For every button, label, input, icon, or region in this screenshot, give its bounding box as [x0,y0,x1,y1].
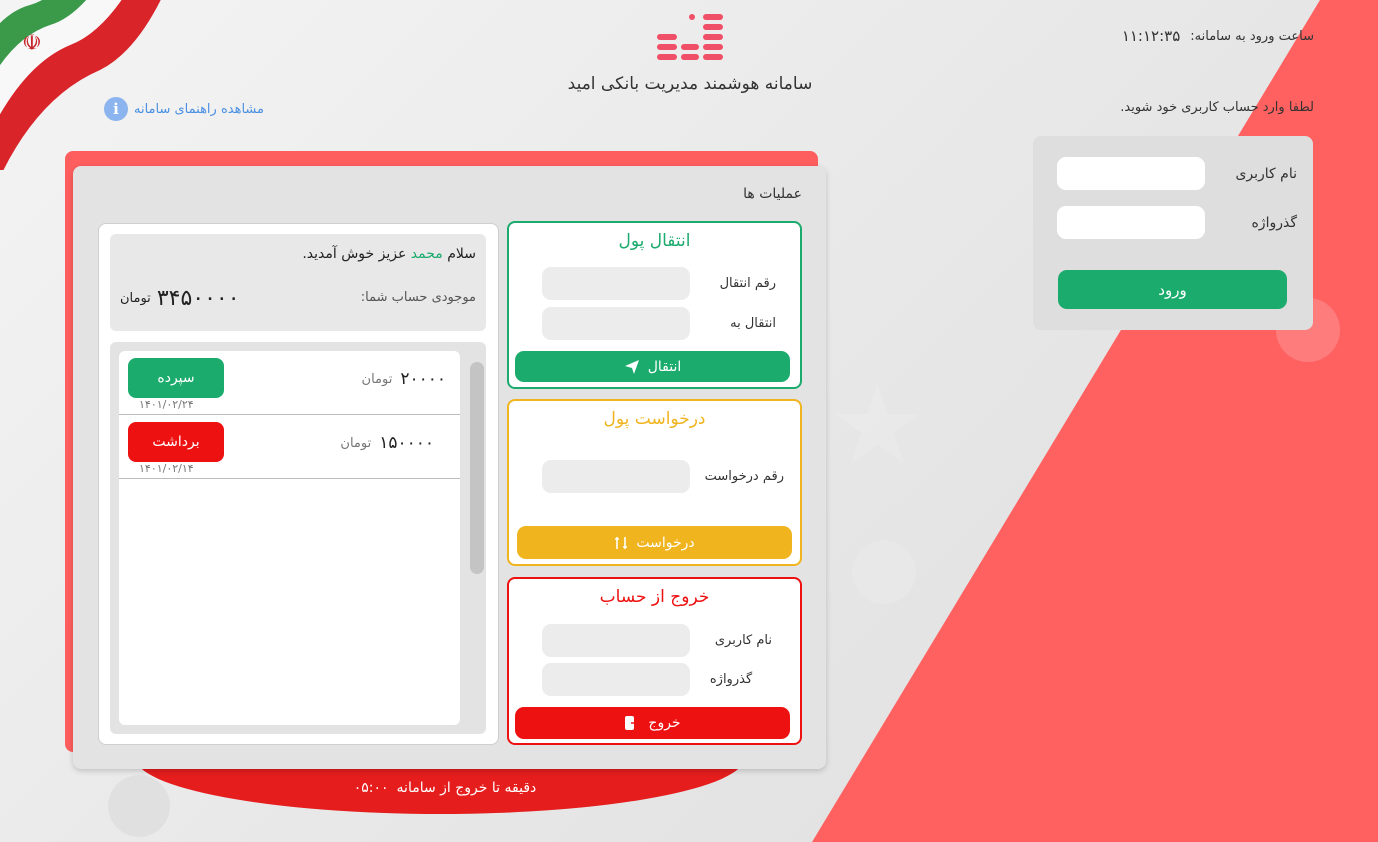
logout-card: خروج از حساب نام کاربری گذرواژه خروج [507,577,802,745]
login-time: ساعت ورود به سامانه: ۱۱:۱۲:۳۵ [1122,27,1314,45]
transfer-to-label: انتقال به [730,316,776,331]
transfer-amount-label: رقم انتقال [719,276,776,291]
request-amount-input[interactable] [542,460,690,493]
transfer-card: انتقال پول رقم انتقال انتقال به انتقال [507,221,802,389]
logout-icon[interactable] [624,715,641,731]
greeting-suffix: عزیز خوش آمدید. [302,246,407,262]
send-icon[interactable] [624,359,640,375]
bank-logo-icon [657,14,723,60]
username-input[interactable] [1057,157,1205,190]
account-panel: سلام محمد عزیز خوش آمدید. موجودی حساب شم… [98,223,499,745]
transaction-date: ۱۴۰۱/۰۲/۱۴ [139,462,194,475]
balance-amount: ۳۴۵۰۰۰۰ [156,286,240,311]
info-icon[interactable]: i [104,97,128,121]
logout-password-input[interactable] [542,663,690,696]
logout-button-label[interactable]: خروج [648,715,680,731]
request-button[interactable]: درخواست [517,526,792,559]
password-input[interactable] [1057,206,1205,239]
login-card: نام کاربری گذرواژه ورود [1033,136,1313,330]
balance-value: ۳۴۵۰۰۰۰ تومان [120,286,240,311]
transactions-scrollbar[interactable] [470,350,484,726]
login-hint: لطفا وارد حساب کاربری خود شوید. [1120,100,1314,115]
logout-password-row: گذرواژه [542,663,772,696]
greeting-prefix: سلام [447,246,476,262]
guide-link-label[interactable]: مشاهده راهنمای سامانه [134,102,264,117]
user-name: محمد [410,246,443,262]
welcome-message: سلام محمد عزیز خوش آمدید. [302,246,476,262]
transactions-list: سپرده ۱۴۰۱/۰۲/۲۴ ۲۰۰۰۰ تومان برداشت ۱۴۰۱… [119,351,460,725]
transaction-amount: ۲۰۰۰۰ تومان [362,369,446,389]
transfer-amount-row: رقم انتقال [542,267,776,300]
transaction-currency: تومان [361,371,393,387]
decorative-circle [108,775,170,837]
logout-button[interactable]: خروج [515,707,790,739]
login-button[interactable]: ورود [1058,270,1287,309]
transfer-to-row: انتقال به [542,307,776,340]
username-row: نام کاربری [1057,157,1297,190]
transaction-row: سپرده ۱۴۰۱/۰۲/۲۴ ۲۰۰۰۰ تومان [119,351,460,415]
iran-flag-icon: ☫ [0,0,161,170]
decorative-circle [852,540,916,604]
operations-title: عملیات ها [743,186,802,202]
transaction-amount-value: ۱۵۰۰۰۰ [379,433,434,453]
username-label: نام کاربری [1235,165,1297,182]
welcome-card: سلام محمد عزیز خوش آمدید. موجودی حساب شم… [110,234,486,331]
session-timer-label: دقیقه تا خروج از سامانه [396,780,537,796]
logout-title: خروج از حساب [599,587,710,607]
transactions-container: سپرده ۱۴۰۱/۰۲/۲۴ ۲۰۰۰۰ تومان برداشت ۱۴۰۱… [110,342,486,734]
transfer-title: انتقال پول [618,231,691,251]
guide-link[interactable]: مشاهده راهنمای سامانه i [104,97,264,121]
transfer-button-label[interactable]: انتقال [648,359,682,375]
deposit-badge[interactable]: سپرده [128,358,224,398]
decorative-star-icon: ★ [828,361,927,489]
transfer-to-input[interactable] [542,307,690,340]
request-title: درخواست پول [603,409,706,429]
session-timer: دقیقه تا خروج از سامانه ۰۵:۰۰ [300,780,590,796]
request-button-label[interactable]: درخواست [636,535,694,551]
app-title: سامانه هوشمند مدیریت بانکی امید [567,74,813,94]
logout-username-input[interactable] [542,624,690,657]
password-label: گذرواژه [1251,214,1297,231]
transfer-button[interactable]: انتقال [515,351,790,382]
login-time-label: ساعت ورود به سامانه: [1190,28,1314,44]
balance-currency: تومان [120,291,151,306]
request-icon[interactable] [614,535,628,551]
request-amount-row: رقم درخواست [542,460,784,493]
request-amount-label: رقم درخواست [704,469,784,484]
transaction-date: ۱۴۰۱/۰۲/۲۴ [139,398,194,411]
transaction-amount-value: ۲۰۰۰۰ [400,369,446,389]
balance-label: موجودی حساب شما: [360,290,476,305]
session-timer-value: ۰۵:۰۰ [353,780,389,796]
transfer-amount-input[interactable] [542,267,690,300]
logout-password-label: گذرواژه [709,672,753,687]
password-row: گذرواژه [1057,206,1297,239]
login-time-value: ۱۱:۱۲:۳۵ [1121,27,1181,45]
svg-text:☫: ☫ [22,31,42,56]
transaction-amount: ۱۵۰۰۰۰ تومان [340,433,434,453]
request-card: درخواست پول رقم درخواست درخواست [507,399,802,566]
logout-username-label: نام کاربری [714,633,772,648]
transaction-row: برداشت ۱۴۰۱/۰۲/۱۴ ۱۵۰۰۰۰ تومان [119,415,460,479]
logout-username-row: نام کاربری [542,624,772,657]
transaction-currency: تومان [340,435,372,451]
withdraw-badge[interactable]: برداشت [128,422,224,462]
scrollbar-thumb[interactable] [470,362,484,574]
